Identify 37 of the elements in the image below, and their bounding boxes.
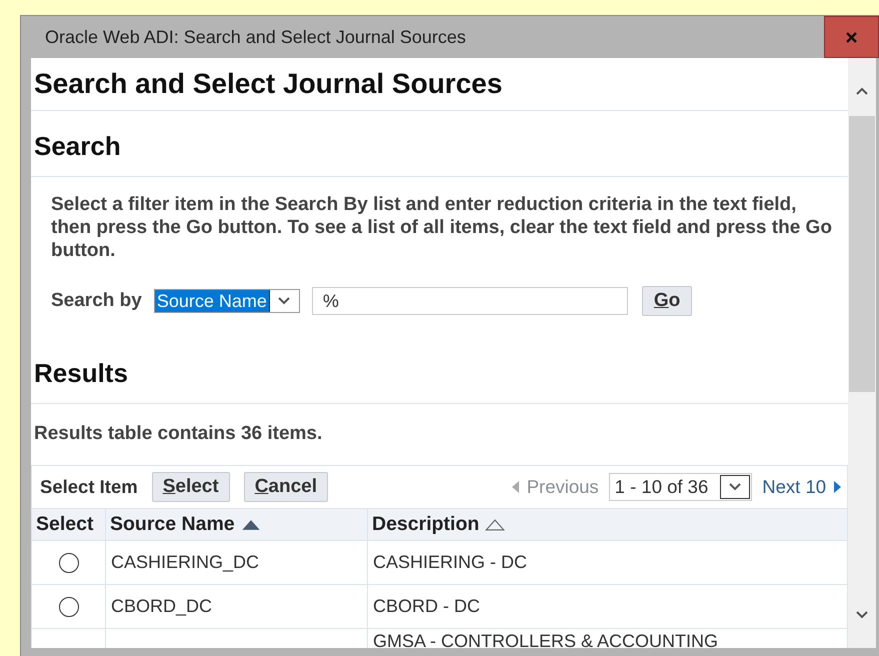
triangle-left-icon: [512, 481, 519, 493]
triangle-right-icon: [834, 481, 842, 493]
search-field[interactable]: %: [312, 287, 628, 315]
scrollbar[interactable]: [848, 58, 876, 648]
table-cell: CBORD - DC: [373, 596, 480, 617]
page-title: Search and Select Journal Sources: [34, 67, 502, 101]
results-summary: Results table contains 36 items.: [34, 422, 322, 446]
toolbar-button[interactable]: Select: [152, 472, 230, 502]
go-button[interactable]: Go: [642, 286, 692, 316]
page-range-dropdown[interactable]: 1 - 10 of 36: [608, 473, 752, 501]
close-icon: [846, 32, 857, 42]
search-by-dropdown[interactable]: Source Name: [154, 289, 300, 313]
dropdown-chevron-icon[interactable]: [277, 296, 292, 306]
instructions-text: Select a filter item in the Search By list and enter reduction criteria in the text field, then press the Go button. To see a list of all items, clear the text field and press the Go button.: [50, 193, 833, 262]
close-button[interactable]: [824, 16, 879, 58]
window-title: Oracle Web ADI: Search and Select Journal Sources: [44, 26, 466, 48]
sort-icon[interactable]: [485, 518, 506, 530]
dropdown-chevron-icon[interactable]: [728, 482, 742, 492]
section-heading: Results: [34, 357, 128, 390]
column-header[interactable]: Select: [32, 509, 105, 540]
column-header[interactable]: Source Name: [105, 509, 367, 540]
scroll-down-icon[interactable]: [855, 610, 870, 620]
toolbar-button[interactable]: Cancel: [244, 472, 328, 502]
table-cell: GMSA - CONTROLLERS & ACCOUNTING: [373, 631, 718, 648]
radio-button[interactable]: [58, 552, 78, 572]
scrollbar-thumb[interactable]: [849, 116, 876, 392]
sort-ascending-icon[interactable]: [240, 518, 261, 530]
column-header[interactable]: Description: [367, 509, 848, 540]
table-cell-text: CBORD_DC: [111, 595, 212, 618]
section-heading: Search: [34, 130, 121, 163]
search-by-label: Search by: [51, 288, 142, 313]
next-link[interactable]: Next 10: [762, 473, 842, 501]
select-item-label: Select Item: [40, 475, 138, 500]
table-cell: CASHIERING - DC: [373, 552, 528, 573]
table-cell-text: CASHIERING_DC: [111, 551, 260, 574]
radio-button[interactable]: [58, 596, 78, 616]
scroll-up-icon[interactable]: [855, 86, 870, 96]
